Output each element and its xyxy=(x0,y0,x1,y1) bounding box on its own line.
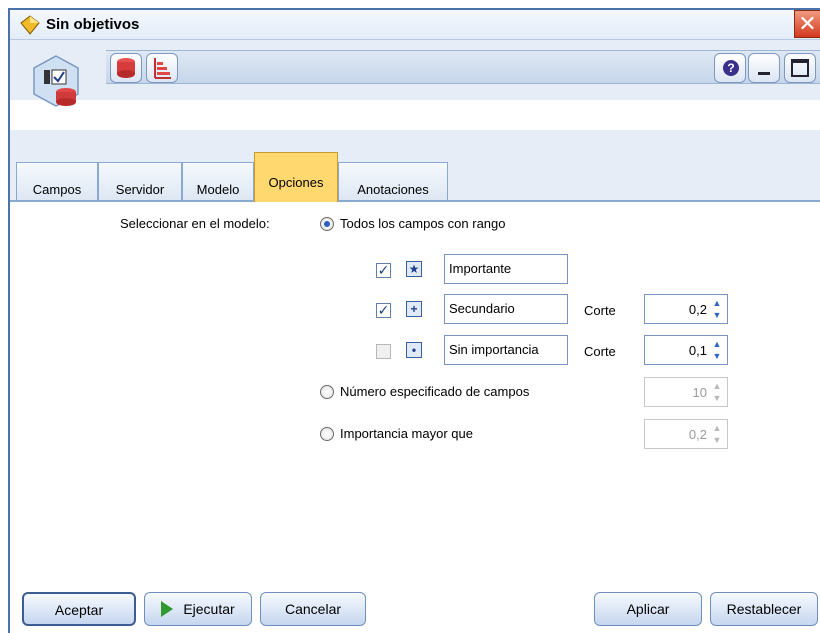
help-button[interactable]: ? xyxy=(714,53,746,83)
spin-down-icon[interactable]: ▼ xyxy=(709,309,725,321)
unimportant-cutoff-spinner[interactable]: 0,1 ▲ ▼ xyxy=(644,335,728,365)
database-icon xyxy=(117,58,135,78)
marginal-label-field[interactable]: Secundario xyxy=(444,294,568,324)
tab-opciones[interactable]: Opciones xyxy=(254,152,338,202)
chart-button[interactable] xyxy=(146,53,178,83)
maximize-icon xyxy=(791,59,809,77)
tab-servidor[interactable]: Servidor xyxy=(98,162,182,200)
cutoff-label: Corte xyxy=(584,344,616,359)
radio-importance-label: Importancia mayor que xyxy=(340,426,473,441)
radio-all-ranked-label: Todos los campos con rango xyxy=(340,216,506,231)
tab-campos[interactable]: Campos xyxy=(16,162,98,200)
top-n-spinner[interactable]: 10 ▲ ▼ xyxy=(644,377,728,407)
checkbox-marginal[interactable]: ✓ xyxy=(376,303,391,318)
plus-icon: + xyxy=(406,301,422,317)
reset-button[interactable]: Restablecer xyxy=(710,592,818,626)
apply-button[interactable]: Aplicar xyxy=(594,592,702,626)
minimize-button[interactable] xyxy=(748,53,780,83)
reset-button-label: Restablecer xyxy=(726,601,802,617)
tab-anotaciones[interactable]: Anotaciones xyxy=(338,162,448,200)
window-title: Sin objetivos xyxy=(46,16,140,33)
top-n-value: 10 xyxy=(692,385,707,400)
spin-up-icon[interactable]: ▲ xyxy=(709,380,725,392)
spin-up-icon[interactable]: ▲ xyxy=(709,297,725,309)
dialog-window: Sin objetivos ✕ ? Campos Servidor Modelo… xyxy=(8,8,820,633)
radio-importance[interactable] xyxy=(320,427,334,441)
spin-up-icon[interactable]: ▲ xyxy=(709,338,725,350)
apply-button-label: Aplicar xyxy=(626,601,670,617)
tab-modelo[interactable]: Modelo xyxy=(182,162,254,200)
unimportant-label-field[interactable]: Sin importancia xyxy=(444,335,568,365)
cancel-button-label: Cancelar xyxy=(284,601,342,617)
bar-chart-icon xyxy=(154,58,171,79)
important-label-field[interactable]: Importante xyxy=(444,254,568,284)
ok-button-label: Aceptar xyxy=(54,602,104,618)
marginal-cutoff-value: 0,2 xyxy=(688,302,707,317)
minimize-icon xyxy=(758,72,770,75)
maximize-button[interactable] xyxy=(784,53,816,83)
spin-down-icon[interactable]: ▼ xyxy=(709,350,725,362)
title-bar: Sin objetivos ✕ xyxy=(10,10,820,40)
spin-down-icon[interactable]: ▼ xyxy=(709,434,725,446)
options-panel: Seleccionar en el modelo: Todos los camp… xyxy=(10,202,820,633)
cancel-button[interactable]: Cancelar xyxy=(260,592,366,626)
radio-top-n-label: Número especificado de campos xyxy=(340,384,530,399)
run-button-label: Ejecutar xyxy=(183,601,235,617)
marginal-cutoff-spinner[interactable]: 0,2 ▲ ▼ xyxy=(644,294,728,324)
spin-up-icon[interactable]: ▲ xyxy=(709,422,725,434)
close-button[interactable]: ✕ xyxy=(794,10,820,38)
spin-down-icon[interactable]: ▼ xyxy=(709,392,725,404)
node-header: ? xyxy=(10,40,820,107)
play-icon xyxy=(161,601,174,617)
toolbar: ? xyxy=(106,50,820,84)
cutoff-label: Corte xyxy=(584,303,616,318)
checkbox-unimportant[interactable] xyxy=(376,344,391,359)
importance-spinner[interactable]: 0,2 ▲ ▼ xyxy=(644,419,728,449)
database-button[interactable] xyxy=(110,53,142,83)
radio-top-n[interactable] xyxy=(320,385,334,399)
checkbox-important[interactable]: ✓ xyxy=(376,263,391,278)
select-in-model-label: Seleccionar en el modelo: xyxy=(120,216,270,231)
unimportant-cutoff-value: 0,1 xyxy=(688,343,707,358)
importance-value: 0,2 xyxy=(688,427,707,442)
feature-selection-node-icon xyxy=(33,55,79,107)
help-icon: ? xyxy=(723,60,739,76)
ok-button[interactable]: Aceptar xyxy=(22,592,136,626)
run-button[interactable]: Ejecutar xyxy=(144,592,252,626)
radio-all-ranked[interactable] xyxy=(320,217,334,231)
dot-icon: • xyxy=(406,342,422,358)
diamond-app-icon xyxy=(20,15,40,35)
star-icon: ★ xyxy=(406,261,422,277)
